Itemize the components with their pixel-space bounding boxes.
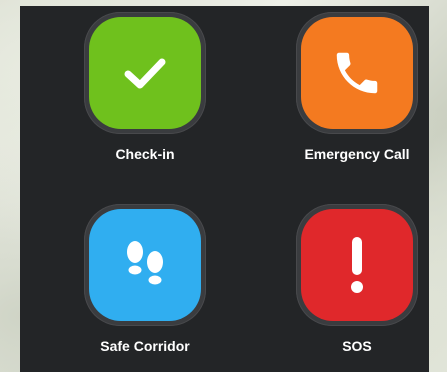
sos-label: SOS — [342, 338, 372, 354]
safe-corridor-bezel — [84, 204, 206, 326]
check-in-tile: Check-in — [55, 12, 235, 162]
footprints-icon — [120, 238, 170, 292]
exclamation-icon — [347, 235, 367, 295]
sos-bezel — [296, 204, 418, 326]
sos-button[interactable] — [301, 209, 413, 321]
safe-corridor-label: Safe Corridor — [100, 338, 190, 354]
emergency-call-label: Emergency Call — [304, 146, 410, 162]
checkmark-icon — [119, 47, 171, 99]
safe-corridor-button[interactable] — [89, 209, 201, 321]
sos-tile: SOS — [267, 204, 447, 354]
safe-corridor-tile: Safe Corridor — [55, 204, 235, 354]
check-in-button[interactable] — [89, 17, 201, 129]
emergency-call-button[interactable] — [301, 17, 413, 129]
action-panel: Check-in Emergency Call Safe Corridor SO… — [20, 6, 429, 372]
emergency-call-tile: Emergency Call — [267, 12, 447, 162]
check-in-label: Check-in — [115, 146, 175, 162]
check-in-bezel — [84, 12, 206, 134]
emergency-call-bezel — [296, 12, 418, 134]
phone-icon — [330, 46, 384, 100]
